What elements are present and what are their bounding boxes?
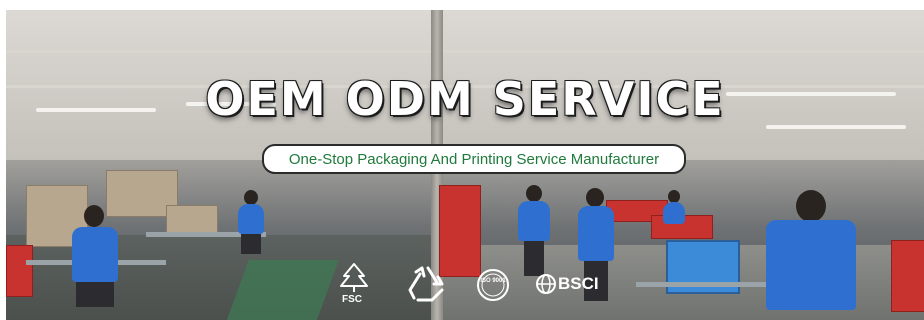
iso-seal-icon: ISO 9001 xyxy=(476,268,510,306)
recycle-icon xyxy=(406,264,450,308)
fsc-label: FSC xyxy=(342,294,362,305)
iso-label: ISO 9001 xyxy=(480,278,506,284)
hero-banner: OEM ODM SERVICE One-Stop Packaging And P… xyxy=(6,10,924,320)
red-crate xyxy=(6,245,33,297)
ceiling-beam xyxy=(6,50,924,53)
fsc-tree-icon: FSC xyxy=(336,262,372,305)
red-crate xyxy=(891,240,924,312)
certification-logos: FSC ISO 9001 BSCI xyxy=(336,262,616,310)
banner-subtitle: One-Stop Packaging And Printing Service … xyxy=(288,150,660,168)
subtitle-pill: One-Stop Packaging And Printing Service … xyxy=(262,144,686,174)
bsci-label: BSCI xyxy=(558,274,599,293)
bsci-globe-icon: BSCI xyxy=(536,274,599,298)
work-table xyxy=(636,282,766,287)
banner-title: OEM ODM SERVICE xyxy=(205,72,725,126)
